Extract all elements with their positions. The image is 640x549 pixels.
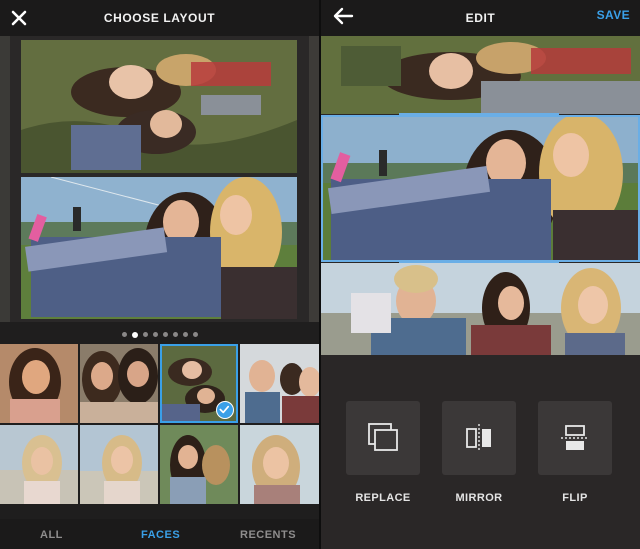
collage-photo-middle[interactable] [321, 115, 640, 262]
photo-thumbnail[interactable] [80, 344, 158, 423]
album-tabs: ALL FACES RECENTS [0, 519, 319, 549]
top-bar: EDIT SAVE [321, 0, 640, 36]
collage-photo-bottom[interactable] [321, 263, 640, 355]
replace-button[interactable] [346, 401, 420, 475]
replace-icon [368, 423, 398, 451]
mirror-icon [466, 424, 491, 452]
replace-label: REPLACE [355, 492, 411, 504]
photo-thumbnail[interactable] [160, 425, 238, 504]
photo-thumbnail-selected[interactable] [160, 344, 238, 423]
photo-thumbnail[interactable] [240, 425, 319, 504]
layout-page-indicator [0, 326, 319, 338]
mirror-label: MIRROR [455, 492, 503, 504]
choose-layout-screen: CHOOSE LAYOUT ALL FACES RECENTS [0, 0, 319, 549]
save-button[interactable]: SAVE [597, 8, 630, 22]
previous-layout-peek[interactable] [0, 36, 10, 322]
page-dot[interactable] [121, 332, 127, 338]
page-title: CHOOSE LAYOUT [103, 11, 216, 25]
edit-tools: REPLACE MIRROR FLIP [321, 356, 640, 549]
page-dot[interactable] [172, 332, 178, 338]
photo-thumbnail[interactable] [0, 425, 78, 504]
resize-handle-top[interactable] [399, 113, 559, 116]
collage-photo-top[interactable] [321, 36, 640, 114]
layout-preview[interactable] [0, 36, 319, 322]
mirror-button[interactable] [442, 401, 516, 475]
flip-label: FLIP [562, 492, 588, 504]
page-dot[interactable] [182, 332, 188, 338]
tab-recents[interactable]: RECENTS [240, 529, 296, 541]
page-dot[interactable] [162, 332, 168, 338]
page-dot[interactable] [142, 332, 148, 338]
layout-photo-top[interactable] [21, 40, 297, 173]
page-dot[interactable] [152, 332, 158, 338]
page-dot-active[interactable] [131, 331, 138, 338]
photo-thumbnail[interactable] [80, 425, 158, 504]
page-title: EDIT [465, 11, 496, 25]
photo-thumbnail[interactable] [240, 344, 319, 423]
selected-check-icon [216, 401, 234, 419]
photo-thumbnail[interactable] [0, 344, 78, 423]
top-bar: CHOOSE LAYOUT [0, 0, 319, 36]
next-layout-peek[interactable] [309, 36, 319, 322]
tab-faces[interactable]: FACES [141, 529, 180, 541]
photo-grid [0, 344, 319, 518]
layout-photo-bottom[interactable] [21, 177, 297, 319]
edit-screen: EDIT SAVE REPLACE MIRROR FLIP [321, 0, 640, 549]
flip-button[interactable] [538, 401, 612, 475]
page-dot[interactable] [192, 332, 198, 338]
flip-icon [561, 425, 589, 450]
tab-all[interactable]: ALL [40, 529, 63, 541]
